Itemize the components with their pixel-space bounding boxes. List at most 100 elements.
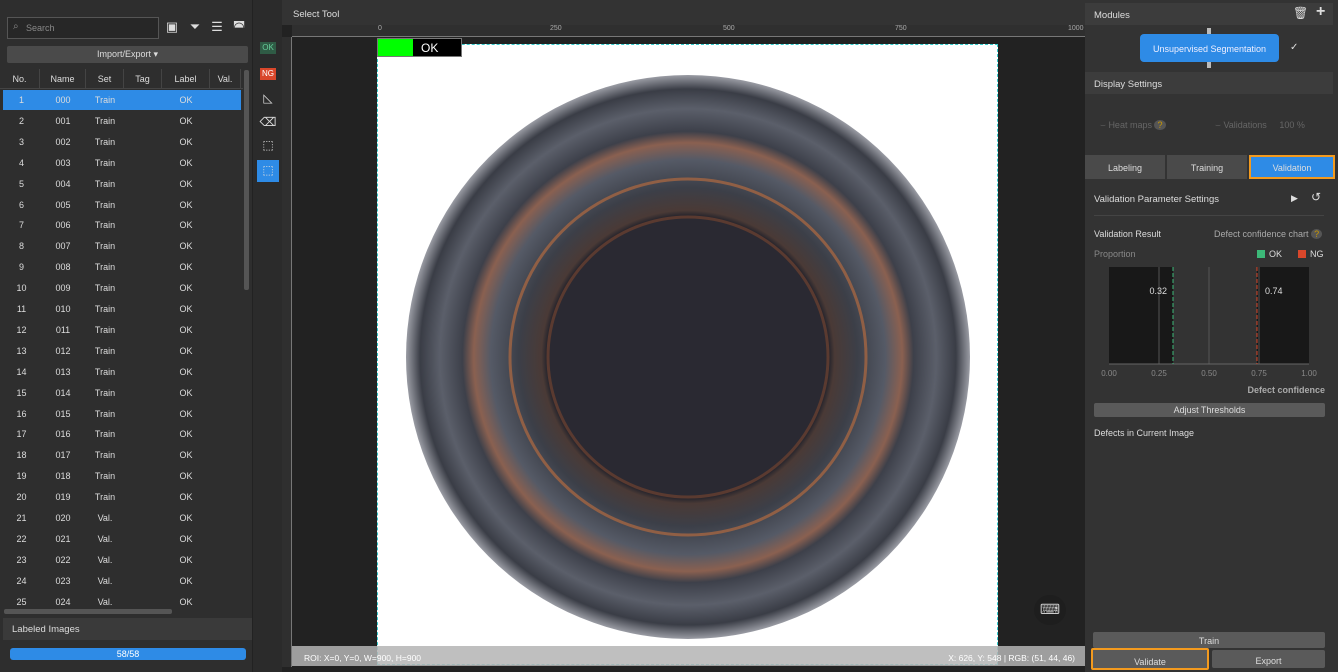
import-export-button[interactable]: Import/Export ▾	[7, 46, 248, 63]
table-row[interactable]: 23 022 Val. OK	[3, 550, 241, 570]
cell-tag	[124, 571, 162, 591]
image-settings-icon[interactable]: ▣	[163, 19, 181, 37]
legend-label-ng: NG	[1310, 249, 1324, 259]
tab-training[interactable]: Training	[1167, 155, 1247, 179]
right-panel: Modules 🗑 + Unsupervised Segmentation ✓ …	[1085, 0, 1338, 672]
column-header-name[interactable]: Name	[40, 69, 86, 88]
table-row[interactable]: 8 007 Train OK	[3, 236, 241, 256]
table-row[interactable]: 9 008 Train OK	[3, 257, 241, 277]
rectangle-select-icon[interactable]: ⬚	[257, 138, 279, 158]
table-row[interactable]: 19 018 Train OK	[3, 466, 241, 486]
history-icon[interactable]: ↺	[1311, 190, 1321, 204]
x-tick-label: 0.25	[1151, 369, 1167, 378]
export-button[interactable]: Export	[1212, 650, 1325, 668]
tab-labeling[interactable]: Labeling	[1085, 155, 1165, 179]
table-row[interactable]: 1 000 Train OK	[3, 90, 241, 110]
column-header-tag[interactable]: Tag	[124, 69, 162, 88]
column-header-label[interactable]: Label	[162, 69, 210, 88]
cell-tag	[124, 257, 162, 277]
column-header-val[interactable]: Val.	[210, 69, 241, 88]
cell-label: OK	[179, 387, 193, 398]
threshold-label-0: 0.32	[1149, 286, 1167, 296]
column-header-no[interactable]: No.	[0, 69, 40, 88]
cell-tag	[124, 299, 162, 319]
eraser-icon[interactable]: ⌫	[257, 115, 279, 135]
inspection-image[interactable]	[377, 44, 998, 665]
table-row[interactable]: 2 001 Train OK	[3, 111, 241, 131]
cell-set: Train	[94, 199, 116, 210]
x-tick-label: 1.00	[1301, 369, 1317, 378]
table-row[interactable]: 20 019 Train OK	[3, 487, 241, 507]
cell-name: 004	[55, 178, 71, 189]
polygon-tool-icon[interactable]: ◺	[257, 91, 279, 111]
table-row[interactable]: 5 004 Train OK	[3, 174, 241, 194]
column-header-set[interactable]: Set	[86, 69, 124, 88]
cell-label: OK	[179, 157, 193, 168]
select-tool-icon[interactable]: ⬚	[257, 160, 279, 182]
table-row[interactable]: 14 013 Train OK	[3, 362, 241, 382]
table-row[interactable]: 21 020 Val. OK	[3, 508, 241, 528]
table-row[interactable]: 10 009 Train OK	[3, 278, 241, 298]
table-row[interactable]: 7 006 Train OK	[3, 215, 241, 235]
cell-tag	[124, 90, 162, 110]
ok-label-tool[interactable]: OK	[260, 42, 276, 54]
table-row[interactable]: 11 010 Train OK	[3, 299, 241, 319]
cell-name: 005	[55, 199, 71, 210]
view-toggle-icon[interactable]: ◚	[230, 19, 248, 37]
help-icon[interactable]: ?	[1311, 229, 1323, 239]
cursor-readout: X: 626, Y: 548 | RGB: (51, 44, 46)	[948, 653, 1075, 663]
filter-icon[interactable]: ⏷	[186, 19, 204, 37]
table-row[interactable]: 6 005 Train OK	[3, 195, 241, 215]
cell-name: 003	[55, 157, 71, 168]
list-icon[interactable]: ☰	[208, 19, 226, 37]
cell-label: OK	[179, 220, 193, 231]
add-icon[interactable]: +	[1316, 3, 1325, 21]
cell-no: 18	[16, 450, 27, 461]
cell-no: 10	[16, 283, 27, 294]
module-unsupervised-segmentation[interactable]: Unsupervised Segmentation	[1140, 34, 1279, 62]
ok-indicator	[378, 39, 413, 56]
result-badge: OK	[377, 38, 462, 57]
table-row[interactable]: 24 023 Val. OK	[3, 571, 241, 591]
table-row[interactable]: 3 002 Train OK	[3, 132, 241, 152]
table-row[interactable]: 13 012 Train OK	[3, 341, 241, 361]
table-row[interactable]: 15 014 Train OK	[3, 383, 241, 403]
horizontal-scrollbar[interactable]	[4, 609, 172, 614]
table-row[interactable]: 17 016 Train OK	[3, 424, 241, 444]
cell-no: 24	[16, 575, 27, 586]
validations-percent: 100 %	[1279, 120, 1305, 130]
cell-tag	[124, 508, 162, 528]
table-row[interactable]: 16 015 Train OK	[3, 404, 241, 424]
adjust-thresholds-button[interactable]: Adjust Thresholds	[1094, 403, 1325, 417]
cell-no: 11	[16, 304, 27, 314]
cell-set: Train	[94, 471, 116, 482]
vertical-scrollbar[interactable]	[244, 70, 249, 290]
x-tick-label: 0.75	[1251, 369, 1267, 378]
keyboard-shortcuts-icon[interactable]: ⌨	[1034, 595, 1066, 625]
table-row[interactable]: 12 011 Train OK	[3, 320, 241, 340]
search-input[interactable]: ⌕ Search	[7, 17, 159, 39]
cell-name: 023	[55, 575, 71, 586]
cell-no: 19	[16, 471, 27, 482]
cell-no: 7	[18, 220, 24, 231]
ng-label-tool[interactable]: NG	[260, 68, 276, 80]
expand-icon[interactable]: ▶	[1291, 193, 1298, 204]
cell-name: 019	[55, 492, 71, 503]
table-row[interactable]: 4 003 Train OK	[3, 153, 241, 173]
legend-label-ok: OK	[1269, 249, 1282, 259]
table-row[interactable]: 22 021 Val. OK	[3, 529, 241, 549]
validation-result-label: Validation Result	[1094, 229, 1161, 239]
trash-icon[interactable]: 🗑	[1293, 6, 1308, 20]
table-row[interactable]: 18 017 Train OK	[3, 445, 241, 465]
x-tick-label: 0.00	[1101, 369, 1117, 378]
validate-button[interactable]: Validate	[1091, 648, 1209, 670]
heat-maps-toggle[interactable]: ⌣ Heat maps ?	[1100, 120, 1166, 131]
cell-label: OK	[179, 283, 193, 294]
tab-validation[interactable]: Validation	[1249, 155, 1335, 179]
validations-toggle[interactable]: ⌣ Validations 100 %	[1215, 120, 1305, 131]
cell-name: 015	[55, 408, 71, 419]
train-button[interactable]: Train	[1093, 632, 1325, 648]
cell-no: 12	[16, 324, 27, 335]
cell-label: OK	[179, 575, 193, 586]
help-icon[interactable]: ?	[1154, 120, 1166, 130]
